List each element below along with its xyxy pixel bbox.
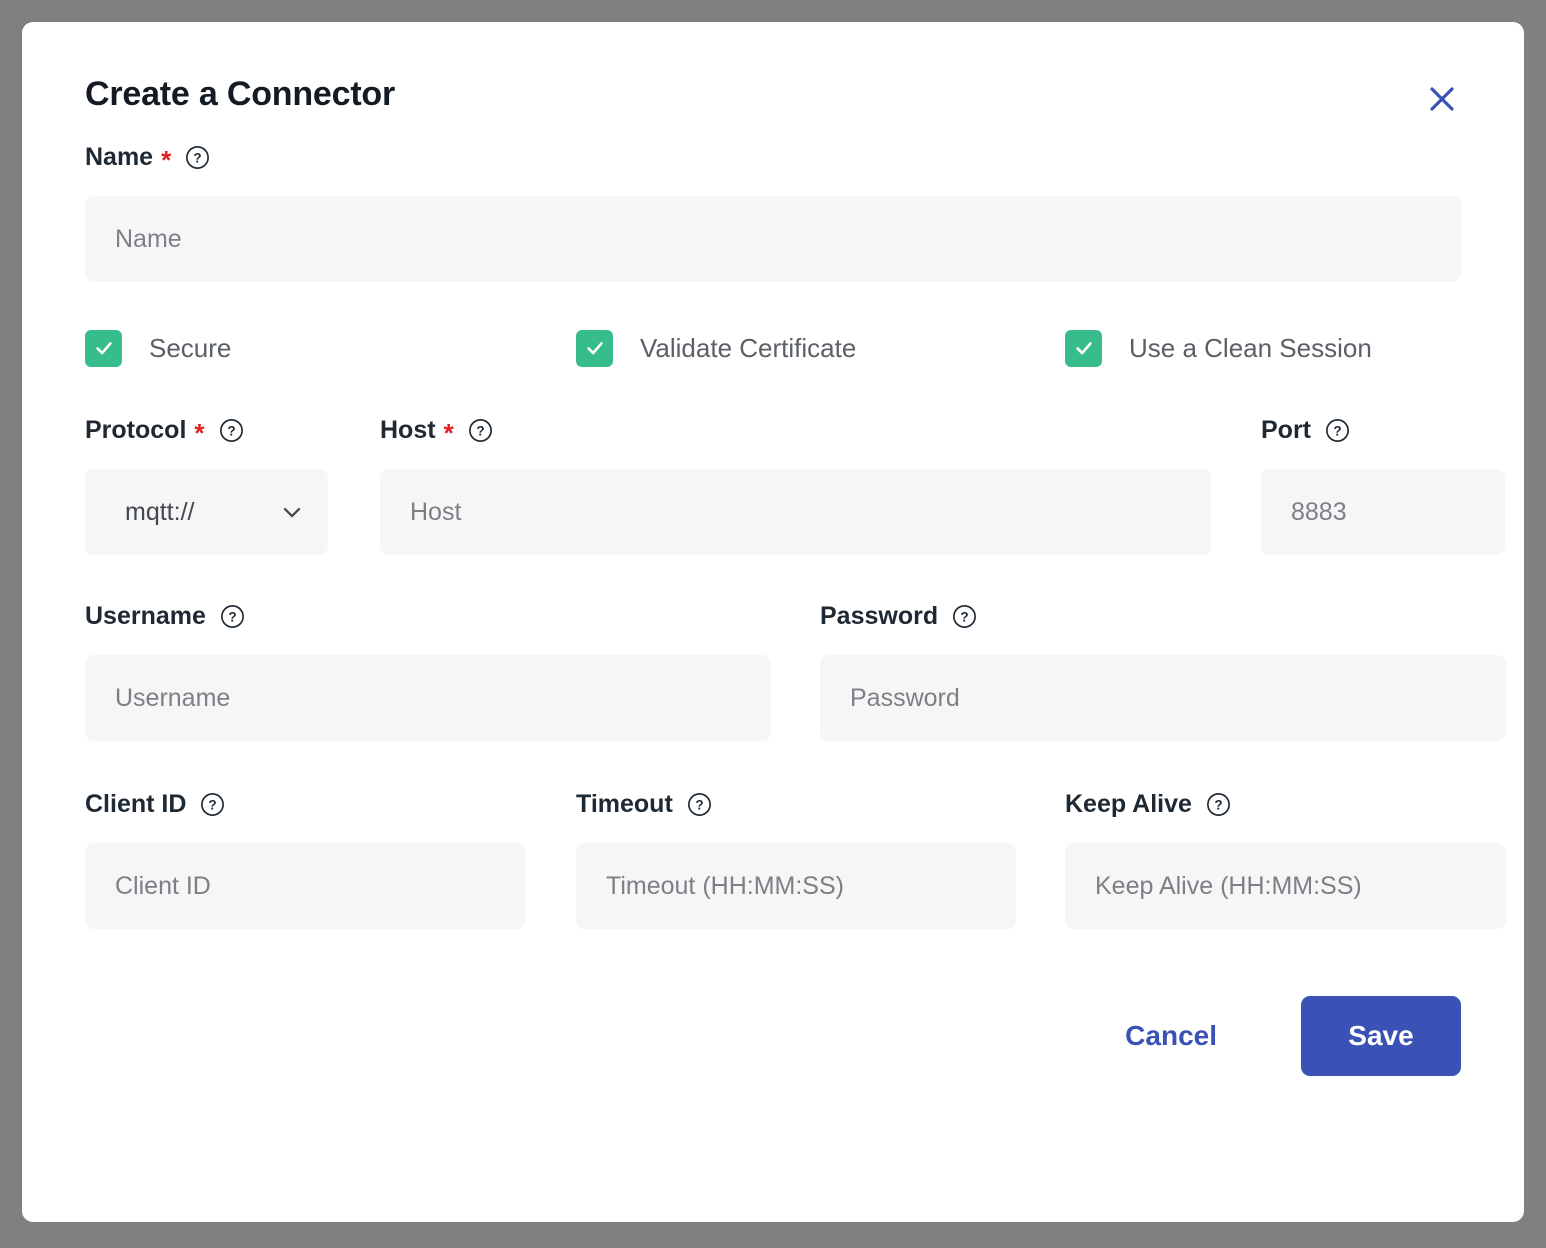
svg-text:?: ? <box>476 423 484 438</box>
port-field-group: Port ? <box>1261 413 1505 555</box>
connection-row: Protocol * ? mqtt:// Host * ? Host Port … <box>85 413 1505 555</box>
host-input[interactable] <box>380 469 1211 555</box>
port-input-wrap <box>1261 469 1505 555</box>
keep-alive-label: Keep Alive ? <box>1065 787 1506 821</box>
create-connector-dialog: Create a Connector Name * ? Name Secure … <box>22 22 1524 1222</box>
save-button[interactable]: Save <box>1301 996 1461 1076</box>
host-label-text: Host <box>380 415 436 444</box>
password-label: Password ? <box>820 599 1506 633</box>
protocol-selected-value: mqtt:// <box>125 497 195 526</box>
name-field-group: Name * ? <box>85 140 1461 282</box>
checkbox-secure[interactable]: Secure <box>85 329 576 367</box>
client-id-field-group: Client ID ? <box>85 787 525 929</box>
checkbox-secure-box[interactable] <box>85 329 122 367</box>
timeout-input-wrap <box>576 843 1016 929</box>
svg-text:?: ? <box>227 423 235 438</box>
modal-overlay: Create a Connector Name * ? Name Secure … <box>0 0 1546 1248</box>
help-circle-icon[interactable]: ? <box>952 604 977 629</box>
password-label-text: Password <box>820 601 939 630</box>
svg-text:?: ? <box>1214 797 1222 812</box>
protocol-label: Protocol * ? <box>85 413 328 447</box>
help-circle-icon[interactable]: ? <box>219 418 244 443</box>
protocol-label-text: Protocol <box>85 415 187 444</box>
username-field-group: Username ? <box>85 599 771 741</box>
protocol-select[interactable]: mqtt:// <box>85 469 328 555</box>
checkbox-secure-label: Secure <box>149 332 232 363</box>
help-circle-icon[interactable]: ? <box>1206 792 1231 817</box>
host-label: Host * ? <box>380 413 1211 447</box>
password-input[interactable] <box>820 655 1506 741</box>
chevron-down-icon <box>278 498 306 526</box>
required-asterisk: * <box>161 145 172 175</box>
host-field-group: Host * ? <box>380 413 1211 555</box>
credentials-row: Username ? Password <box>85 599 1506 741</box>
timeout-label-text: Timeout <box>576 789 673 818</box>
keep-alive-label-text: Keep Alive <box>1065 789 1192 818</box>
checkmark-icon <box>584 337 606 359</box>
cancel-button[interactable]: Cancel <box>1115 1006 1227 1066</box>
port-label: Port ? <box>1261 413 1505 447</box>
username-input-wrap <box>85 655 771 741</box>
options-checkbox-row: Secure Validate Certificate Use a Clean … <box>85 327 1461 369</box>
password-field-group: Password ? <box>820 599 1506 741</box>
client-id-label-text: Client ID <box>85 789 187 818</box>
checkbox-validate-certificate[interactable]: Validate Certificate <box>576 329 1065 367</box>
page-title: Create a Connector <box>85 75 396 113</box>
keep-alive-input[interactable] <box>1065 843 1506 929</box>
close-button[interactable] <box>1421 78 1463 120</box>
host-input-wrap <box>380 469 1211 555</box>
password-input-wrap <box>820 655 1506 741</box>
checkbox-validate-certificate-box[interactable] <box>576 329 613 367</box>
timeout-input[interactable] <box>576 843 1016 929</box>
username-label: Username ? <box>85 599 771 633</box>
svg-text:?: ? <box>194 150 202 165</box>
svg-text:?: ? <box>695 797 703 812</box>
close-icon <box>1427 84 1457 114</box>
client-id-input[interactable] <box>85 843 525 929</box>
help-circle-icon[interactable]: ? <box>468 418 493 443</box>
help-circle-icon[interactable]: ? <box>185 145 210 170</box>
keep-alive-field-group: Keep Alive ? <box>1065 787 1506 929</box>
help-circle-icon[interactable]: ? <box>1325 418 1350 443</box>
name-input-wrap <box>85 196 1461 282</box>
timeout-field-group: Timeout ? <box>576 787 1016 929</box>
svg-text:?: ? <box>1333 423 1341 438</box>
checkmark-icon <box>93 337 115 359</box>
svg-text:?: ? <box>960 609 968 624</box>
help-circle-icon[interactable]: ? <box>687 792 712 817</box>
checkbox-clean-session-label: Use a Clean Session <box>1129 332 1372 363</box>
advanced-options-row: Client ID ? Timeout <box>85 787 1506 929</box>
protocol-field-group: Protocol * ? mqtt:// <box>85 413 328 555</box>
svg-text:?: ? <box>228 609 236 624</box>
checkbox-validate-certificate-label: Validate Certificate <box>640 332 857 363</box>
name-label: Name * ? <box>85 140 1461 174</box>
dialog-footer: Cancel Save <box>85 996 1461 1076</box>
timeout-label: Timeout ? <box>576 787 1016 821</box>
required-asterisk: * <box>443 418 454 448</box>
username-input[interactable] <box>85 655 771 741</box>
client-id-input-wrap <box>85 843 525 929</box>
checkmark-icon <box>1073 337 1095 359</box>
name-label-text: Name <box>85 142 154 171</box>
required-asterisk: * <box>194 418 205 448</box>
port-input[interactable] <box>1261 469 1505 555</box>
protocol-select-wrap: mqtt:// <box>85 469 328 555</box>
checkbox-clean-session-box[interactable] <box>1065 329 1102 367</box>
name-input[interactable] <box>85 196 1461 282</box>
port-label-text: Port <box>1261 415 1311 444</box>
checkbox-clean-session[interactable]: Use a Clean Session <box>1065 329 1372 367</box>
help-circle-icon[interactable]: ? <box>220 604 245 629</box>
keep-alive-input-wrap <box>1065 843 1506 929</box>
dialog-header: Create a Connector <box>85 22 1461 114</box>
svg-text:?: ? <box>209 797 217 812</box>
username-label-text: Username <box>85 601 206 630</box>
help-circle-icon[interactable]: ? <box>200 792 225 817</box>
client-id-label: Client ID ? <box>85 787 525 821</box>
